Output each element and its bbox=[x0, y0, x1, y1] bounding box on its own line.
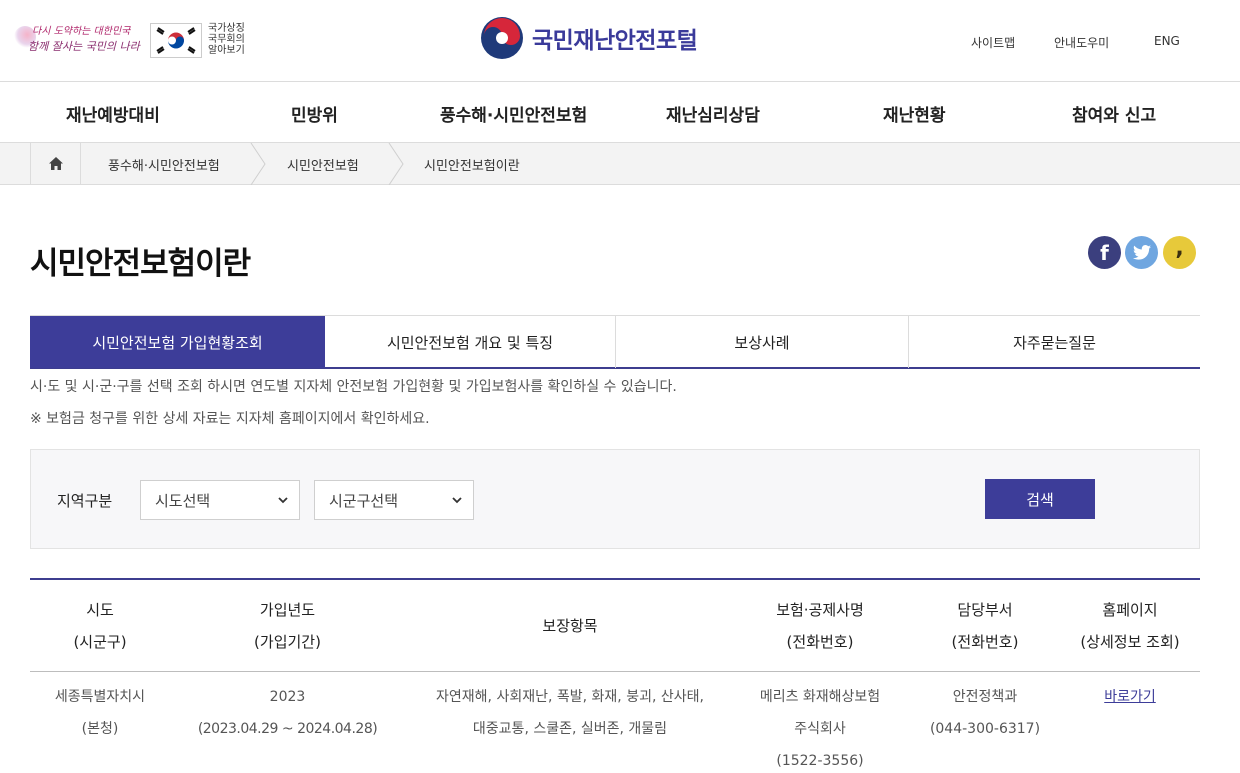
breadcrumb: 풍수해·시민안전보험 시민안전보험 시민안전보험이란 bbox=[0, 143, 1240, 185]
nav-counseling[interactable]: 재난심리상담 bbox=[666, 101, 760, 126]
region-label: 지역구분 bbox=[57, 492, 113, 510]
table-row: 세종특별자치시 (본청) 2023 (2023.04.29 ~ 2024.04.… bbox=[30, 672, 1200, 773]
facebook-icon: f bbox=[1100, 240, 1109, 265]
slogan-line-2: 함께 잘사는 국민의 나라 bbox=[28, 40, 140, 53]
chevron-right-icon bbox=[388, 143, 404, 185]
nav-participation[interactable]: 참여와 신고 bbox=[1072, 101, 1156, 126]
header-homepage-line1: 홈페이지 bbox=[1102, 601, 1158, 619]
tab-overview[interactable]: 시민안전보험 개요 및 특징 bbox=[325, 316, 615, 368]
header-year-line2: (가입기간) bbox=[254, 633, 321, 651]
facebook-share-button[interactable]: f bbox=[1088, 236, 1121, 269]
table-header: 시도 (시군구) 가입년도 (가입기간) 보장항목 보험·공제사명 (전화번호)… bbox=[30, 580, 1200, 672]
cell-insurer: 메리츠 화재해상보험 주식회사 (1522-3556) bbox=[735, 681, 905, 773]
site-logo[interactable]: 국민재난안전포털 bbox=[480, 16, 698, 60]
cell-dept-name: 안전정책과 bbox=[952, 689, 1018, 705]
home-button[interactable] bbox=[30, 143, 81, 184]
header-dept-line1: 담당부서 bbox=[957, 601, 1013, 619]
twitter-icon bbox=[1132, 245, 1151, 260]
info-text: 시·도 및 시·군·구를 선택 조회 하시면 연도별 지자체 안전보험 가입현황… bbox=[30, 379, 677, 395]
national-symbol-link[interactable]: 국가상징 국무회의 알아보기 bbox=[208, 23, 252, 56]
header-sido: 시도 (시군구) bbox=[30, 594, 170, 658]
header-insurer-line1: 보험·공제사명 bbox=[776, 601, 864, 619]
cell-insurer-line2: 주식회사 bbox=[794, 721, 846, 737]
header-sido-line1: 시도 bbox=[86, 601, 114, 619]
cell-insurer-line1: 메리츠 화재해상보험 bbox=[759, 689, 881, 705]
sitemap-link[interactable]: 사이트맵 bbox=[971, 34, 1015, 51]
tab-subscription-status[interactable]: 시민안전보험 가입현황조회 bbox=[30, 316, 325, 368]
cell-coverage-line1: 자연재해, 사회재난, 폭발, 화재, 붕괴, 산사태, bbox=[436, 689, 704, 705]
insurance-table: 시도 (시군구) 가입년도 (가입기간) 보장항목 보험·공제사명 (전화번호)… bbox=[30, 578, 1200, 773]
tab-compensation-cases[interactable]: 보상사례 bbox=[615, 316, 908, 368]
header-coverage-line1: 보장항목 bbox=[542, 617, 598, 635]
chevron-down-icon bbox=[278, 497, 288, 504]
home-icon bbox=[48, 157, 63, 170]
cell-year: 2023 (2023.04.29 ~ 2024.04.28) bbox=[170, 681, 405, 745]
sido-select[interactable]: 시도선택 bbox=[140, 480, 300, 520]
content-tabs: 시민안전보험 가입현황조회 시민안전보험 개요 및 특징 보상사례 자주묻는질문 bbox=[30, 315, 1200, 369]
main-navigation: 재난예방대비 민방위 풍수해·시민안전보험 재난심리상담 재난현황 참여와 신고 bbox=[0, 82, 1240, 143]
kakao-share-button[interactable]: , bbox=[1163, 236, 1196, 269]
sigungu-select[interactable]: 시군구선택 bbox=[314, 480, 474, 520]
nav-disaster-prevention[interactable]: 재난예방대비 bbox=[66, 101, 160, 126]
government-slogan[interactable]: 다시 도약하는 대한민국 함께 잘사는 국민의 나라 bbox=[14, 22, 146, 62]
breadcrumb-item-1[interactable]: 풍수해·시민안전보험 bbox=[108, 155, 220, 174]
header-dept-line2: (전화번호) bbox=[951, 633, 1019, 651]
nav-civil-defense[interactable]: 민방위 bbox=[291, 101, 338, 126]
twitter-share-button[interactable] bbox=[1125, 236, 1158, 269]
cell-dept: 안전정책과 (044-300-6317) bbox=[905, 681, 1065, 745]
cell-coverage-line2: 대중교통, 스쿨존, 실버존, 개물림 bbox=[472, 721, 668, 737]
slogan-line-1: 다시 도약하는 대한민국 bbox=[32, 26, 131, 37]
header-year: 가입년도 (가입기간) bbox=[170, 594, 405, 658]
header-sido-line2: (시군구) bbox=[73, 633, 127, 651]
chevron-down-icon bbox=[452, 497, 462, 504]
cell-sido-name: 세종특별자치시 bbox=[54, 689, 146, 705]
taegeuk-logo-icon bbox=[481, 17, 523, 59]
chevron-right-icon bbox=[250, 143, 266, 185]
page-title: 시민안전보험이란 bbox=[30, 246, 251, 282]
search-panel: 지역구분 시도선택 시군구선택 검색 bbox=[30, 449, 1200, 549]
search-button[interactable]: 검색 bbox=[985, 479, 1095, 519]
cell-dept-phone: (044-300-6317) bbox=[929, 721, 1041, 737]
cell-year-value: 2023 bbox=[269, 689, 306, 705]
cell-sido-sub: (본청) bbox=[81, 721, 119, 737]
header-coverage: 보장항목 bbox=[405, 610, 735, 642]
sido-select-value: 시도선택 bbox=[155, 491, 211, 510]
cell-coverage: 자연재해, 사회재난, 폭발, 화재, 붕괴, 산사태, 대중교통, 스쿨존, … bbox=[405, 681, 735, 745]
english-link[interactable]: ENG bbox=[1154, 34, 1180, 48]
cell-sido: 세종특별자치시 (본청) bbox=[30, 681, 170, 745]
national-flag-icon[interactable] bbox=[150, 23, 202, 58]
header-year-line1: 가입년도 bbox=[259, 601, 316, 619]
header-homepage: 홈페이지 (상세정보 조회) bbox=[1065, 594, 1195, 658]
header-dept: 담당부서 (전화번호) bbox=[905, 594, 1065, 658]
header-homepage-line2: (상세정보 조회) bbox=[1080, 633, 1180, 651]
logo-text: 국민재난안전포털 bbox=[532, 28, 698, 54]
cell-insurer-phone: (1522-3556) bbox=[776, 753, 864, 769]
header-insurer: 보험·공제사명 (전화번호) bbox=[735, 594, 905, 658]
notice-text: ※ 보험금 청구를 위한 상세 자료는 지자체 홈페이지에서 확인하세요. bbox=[30, 411, 430, 427]
sigungu-select-value: 시군구선택 bbox=[329, 491, 399, 510]
guide-link[interactable]: 안내도우미 bbox=[1054, 34, 1109, 51]
site-header: 다시 도약하는 대한민국 함께 잘사는 국민의 나라 국가상징 국무회의 알아보… bbox=[0, 0, 1240, 82]
header-insurer-line2: (전화번호) bbox=[786, 633, 854, 651]
breadcrumb-item-2[interactable]: 시민안전보험 bbox=[287, 155, 359, 174]
breadcrumb-item-3[interactable]: 시민안전보험이란 bbox=[424, 155, 520, 174]
cell-year-period: (2023.04.29 ~ 2024.04.28) bbox=[197, 721, 378, 737]
kakao-icon: , bbox=[1175, 236, 1184, 261]
cell-homepage: 바로가기 bbox=[1065, 681, 1195, 713]
homepage-link[interactable]: 바로가기 bbox=[1104, 689, 1156, 705]
nav-storm-insurance[interactable]: 풍수해·시민안전보험 bbox=[440, 101, 587, 126]
tab-faq[interactable]: 자주묻는질문 bbox=[908, 316, 1200, 368]
nav-disaster-status[interactable]: 재난현황 bbox=[883, 101, 946, 126]
